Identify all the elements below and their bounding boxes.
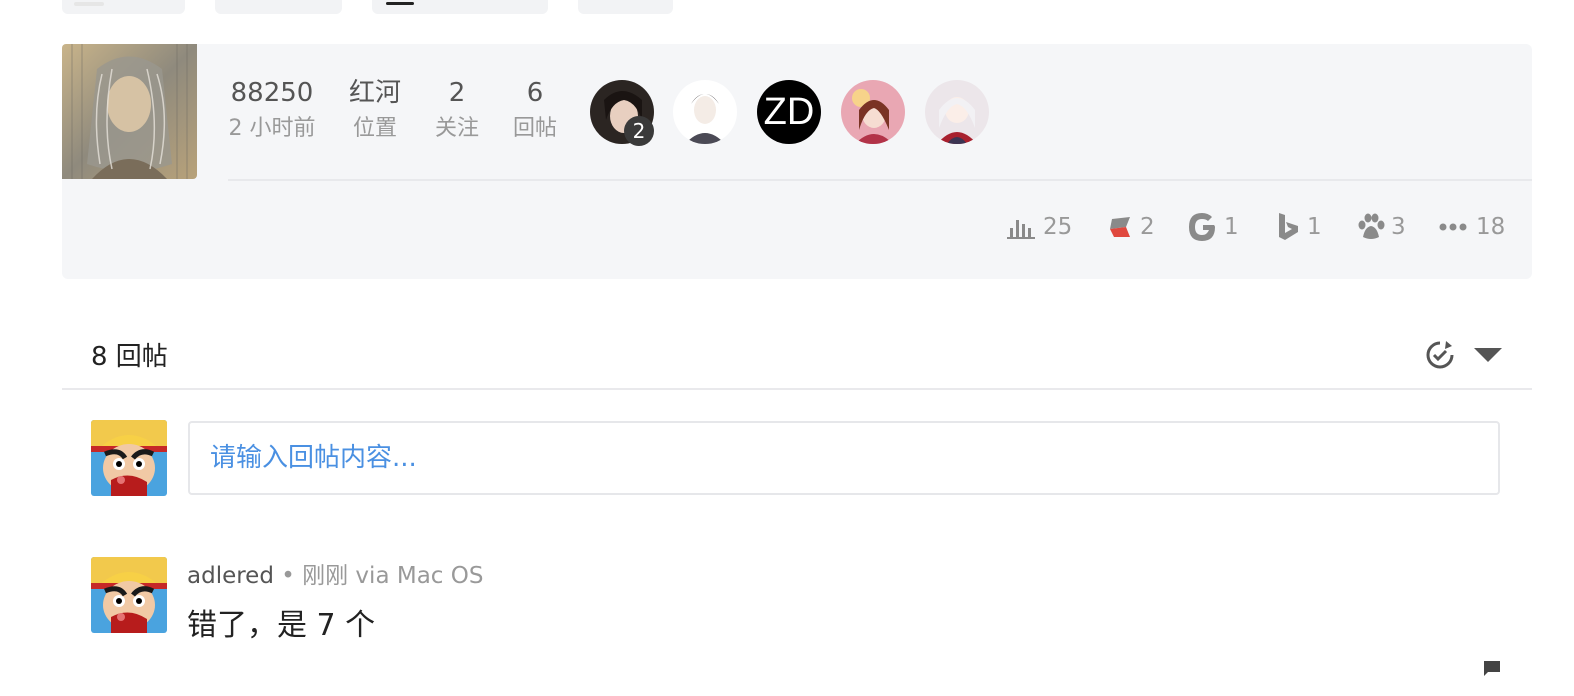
more-icon bbox=[1439, 223, 1467, 231]
stat-location-label: 位置 bbox=[352, 116, 397, 141]
source-bing-count: 1 bbox=[1307, 214, 1322, 240]
tab-mark-active bbox=[386, 2, 414, 5]
viewer-count-badge: 2 bbox=[624, 116, 654, 146]
reply-username[interactable]: adlered bbox=[187, 563, 274, 589]
source-baidu-count: 3 bbox=[1391, 214, 1406, 240]
top-tab-2[interactable] bbox=[215, 0, 342, 14]
reply-author-avatar[interactable] bbox=[91, 557, 167, 633]
viewer-avatar-2[interactable] bbox=[673, 80, 737, 144]
reply-time-device: • 刚刚 via Mac OS bbox=[273, 563, 484, 589]
reply-input[interactable]: 请输入回帖内容... bbox=[188, 421, 1500, 495]
source-stat-bing[interactable]: 1 bbox=[1277, 210, 1322, 244]
red-flag-icon bbox=[1110, 217, 1130, 237]
viewer-avatar-4[interactable] bbox=[841, 80, 905, 144]
stat-follows-label: 关注 bbox=[434, 116, 479, 141]
author-avatar[interactable] bbox=[62, 44, 197, 179]
source-stat-chart[interactable]: 25 bbox=[1007, 210, 1072, 244]
replies-divider bbox=[62, 388, 1532, 390]
tab-mark bbox=[74, 2, 104, 6]
viewer-avatar-initials[interactable]: ZD bbox=[757, 80, 821, 144]
chevron-down-icon[interactable] bbox=[1472, 346, 1504, 364]
refresh-check-icon[interactable] bbox=[1425, 340, 1455, 370]
source-stat-more[interactable]: 18 bbox=[1438, 210, 1505, 244]
source-google-count: 1 bbox=[1224, 214, 1239, 240]
reply-count-title: 8 回帖 bbox=[91, 342, 168, 372]
current-user-avatar[interactable] bbox=[91, 420, 167, 496]
google-icon bbox=[1189, 213, 1215, 241]
stat-views-value: 88250 bbox=[230, 78, 314, 108]
top-tab-4[interactable] bbox=[578, 0, 673, 14]
post-page: 88250 2 小时前 红河 位置 2 关注 6 回帖 2 ZD 25 2 1 … bbox=[0, 0, 1574, 696]
stat-replies: 6 回帖 bbox=[508, 76, 562, 144]
top-tab-3[interactable] bbox=[372, 0, 548, 14]
stat-follows: 2 关注 bbox=[429, 76, 485, 144]
reply-meta: adlered • 刚刚 via Mac OS bbox=[187, 556, 483, 590]
top-tab-1[interactable] bbox=[62, 0, 185, 14]
stat-location-value: 红河 bbox=[348, 78, 401, 108]
stat-follows-value: 2 bbox=[448, 78, 466, 108]
source-flag-count: 2 bbox=[1140, 214, 1155, 240]
reply-comment-icon[interactable] bbox=[1482, 659, 1502, 679]
reply-content: 错了，是 7 个 bbox=[187, 608, 376, 643]
source-stat-baidu[interactable]: 3 bbox=[1357, 210, 1406, 244]
stat-views: 88250 2 小时前 bbox=[224, 76, 320, 144]
stat-location: 红河 位置 bbox=[344, 76, 406, 144]
bing-icon bbox=[1279, 213, 1298, 240]
stat-views-label: 2 小时前 bbox=[228, 116, 316, 141]
source-chart-count: 25 bbox=[1043, 214, 1073, 240]
stat-replies-value: 6 bbox=[526, 78, 544, 108]
source-stat-flag[interactable]: 2 bbox=[1108, 210, 1155, 244]
stat-replies-label: 回帖 bbox=[512, 116, 557, 141]
bar-chart-icon bbox=[1007, 220, 1035, 239]
source-more-count: 18 bbox=[1476, 214, 1506, 240]
panel-divider bbox=[228, 179, 1532, 181]
source-stat-google[interactable]: 1 bbox=[1188, 210, 1239, 244]
baidu-paw-icon bbox=[1358, 213, 1385, 239]
viewer-avatar-5[interactable] bbox=[925, 80, 989, 144]
